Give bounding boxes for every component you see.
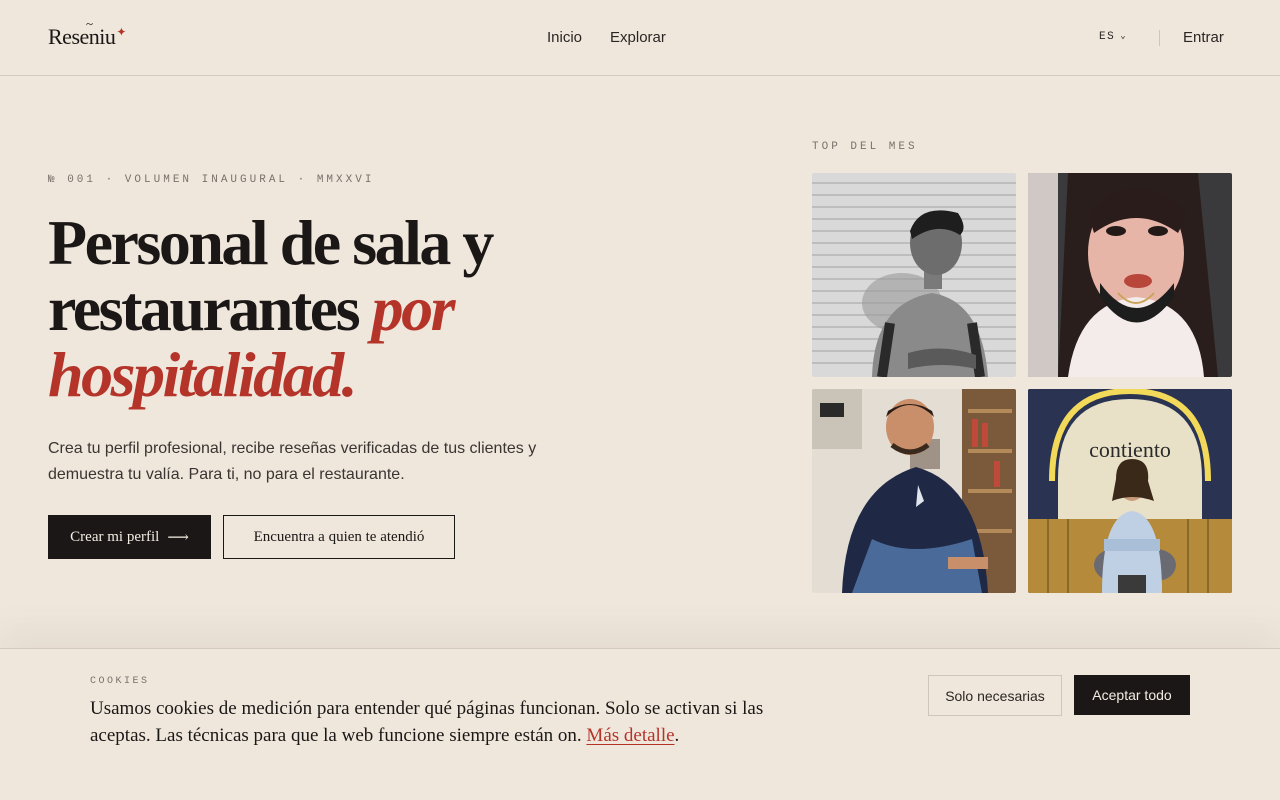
photo-sign-text: contiento: [1089, 437, 1171, 462]
cookie-details-link[interactable]: Más detalle: [586, 725, 674, 746]
header-divider: [1159, 30, 1160, 46]
site-header: ~ Reseniu✦ Inicio Explorar ES ⌄ Entrar: [0, 0, 1280, 76]
logo-tilde-mark: ~: [86, 16, 93, 31]
top-profile-photo-4[interactable]: contiento: [1028, 389, 1232, 593]
find-server-button[interactable]: Encuentra a quien te atendió: [223, 515, 455, 559]
nav-link-inicio[interactable]: Inicio: [547, 29, 582, 46]
create-profile-button[interactable]: Crear mi perfil ⟶: [48, 515, 211, 559]
nav-link-explorar[interactable]: Explorar: [610, 29, 666, 46]
logo-text: Reseniu: [48, 24, 116, 49]
top-month-label: TOP DEL MES: [812, 141, 918, 153]
logo[interactable]: ~ Reseniu✦: [48, 16, 126, 50]
language-code: ES: [1099, 31, 1116, 43]
cookie-label: COOKIES: [90, 676, 150, 687]
create-profile-label: Crear mi perfil: [70, 528, 160, 545]
logo-spark-icon: ✦: [116, 25, 126, 39]
cookie-banner: COOKIES Usamos cookies de medición para …: [0, 648, 1280, 800]
accept-all-button[interactable]: Aceptar todo: [1074, 675, 1190, 715]
chevron-down-icon: ⌄: [1120, 31, 1128, 41]
necessary-only-button[interactable]: Solo necesarias: [928, 675, 1062, 716]
main-nav: Inicio Explorar: [547, 29, 666, 46]
top-profile-photo-2[interactable]: [1028, 173, 1232, 377]
hero-lead: Crea tu perfil profesional, recibe reseñ…: [48, 440, 537, 483]
hero-headline: Personal de sala y restaurantes por hosp…: [48, 210, 608, 408]
hero-kicker: № 001 · VOLUMEN INAUGURAL · MMXXVI: [48, 174, 375, 186]
language-selector[interactable]: ES ⌄: [1099, 31, 1127, 43]
top-profile-photo-1[interactable]: [812, 173, 1016, 377]
top-profile-photo-3[interactable]: [812, 389, 1016, 593]
cookie-text: Usamos cookies de medición para entender…: [90, 695, 770, 749]
cookie-period: .: [674, 725, 680, 746]
arrow-right-icon: ⟶: [167, 529, 189, 546]
login-link[interactable]: Entrar: [1183, 29, 1224, 46]
